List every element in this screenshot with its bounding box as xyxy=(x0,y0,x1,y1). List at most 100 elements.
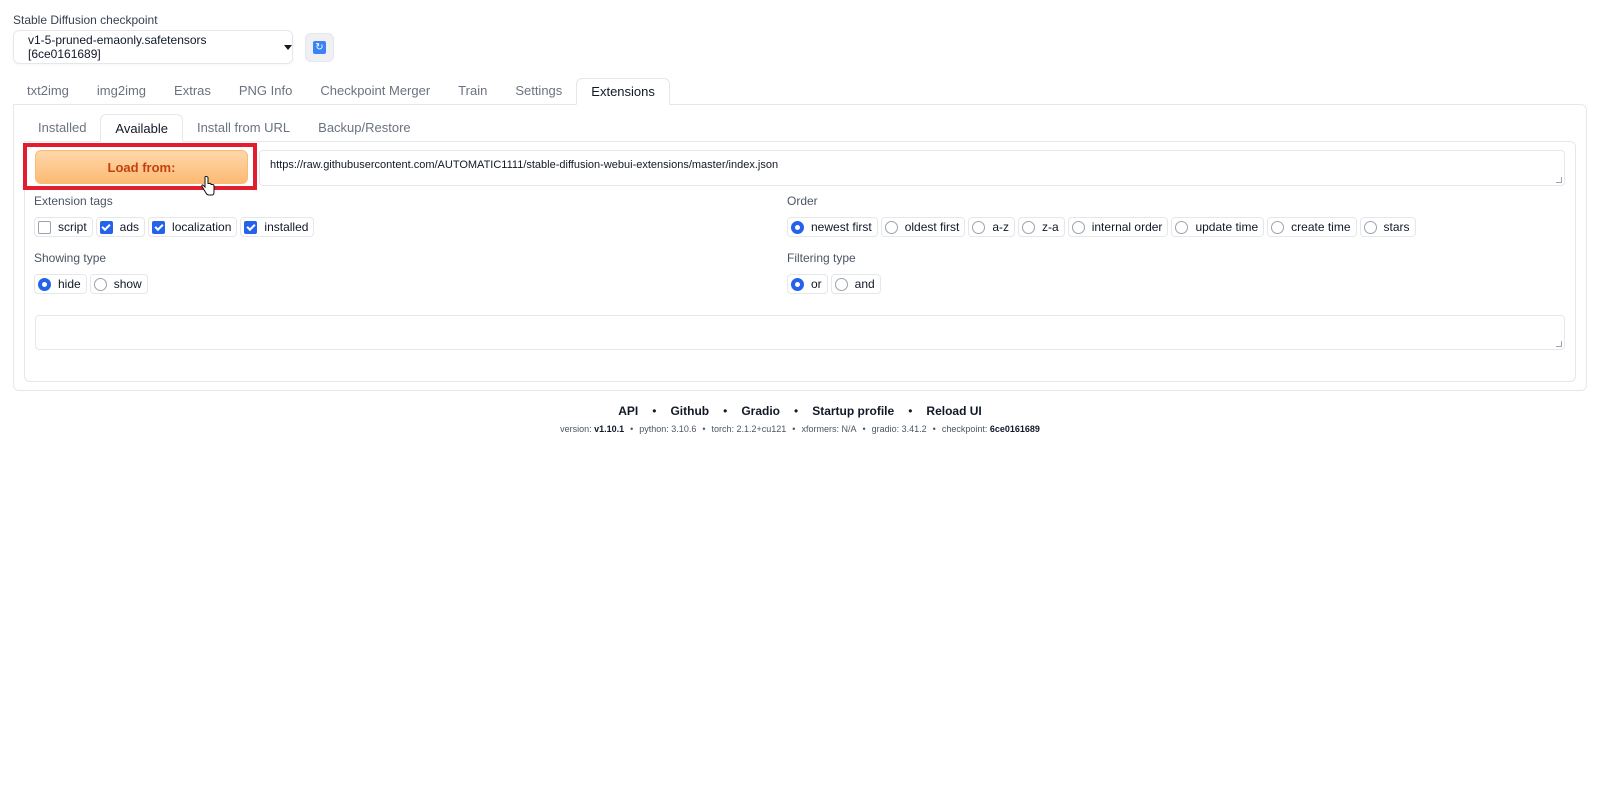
resize-handle-icon[interactable] xyxy=(1556,341,1562,347)
order-radio-z-a[interactable]: z-a xyxy=(1018,217,1065,237)
radio-selected-icon[interactable] xyxy=(791,277,804,291)
checkpoint-label: Stable Diffusion checkpoint xyxy=(13,13,158,27)
showing-type-radio-show[interactable]: show xyxy=(89,274,148,294)
checkpoint-info-label: checkpoint: xyxy=(941,424,988,434)
tab-png-info[interactable]: PNG Info xyxy=(225,78,306,104)
order-radio-newest-first[interactable]: newest first xyxy=(787,217,878,237)
checkpoint-dropdown[interactable]: v1-5-pruned-emaonly.safetensors [6ce0161… xyxy=(13,30,293,64)
order-radio-create-time[interactable]: create time xyxy=(1267,217,1357,237)
footer-separator: • xyxy=(908,404,913,418)
refresh-checkpoint-button[interactable]: ↻ xyxy=(305,33,334,62)
python-version: python: 3.10.6 xyxy=(639,424,697,434)
order-radio-stars[interactable]: stars xyxy=(1359,217,1416,237)
highlight-box xyxy=(23,143,257,190)
footer-link-startup-profile[interactable]: Startup profile xyxy=(812,404,894,418)
tag-checkbox-localization[interactable]: localization xyxy=(148,217,238,237)
tab-extensions[interactable]: Extensions xyxy=(576,78,670,105)
radio-unselected-icon[interactable] xyxy=(1271,220,1285,234)
footer-separator: • xyxy=(793,404,799,418)
radio-label: or xyxy=(811,277,822,291)
radio-label: and xyxy=(854,277,875,291)
tab-checkpoint-merger[interactable]: Checkpoint Merger xyxy=(306,78,444,104)
tab-installed[interactable]: Installed xyxy=(24,114,100,141)
resize-handle-icon[interactable] xyxy=(1556,177,1562,183)
version-label: version: xyxy=(560,424,592,434)
showing-type-group: hide show xyxy=(34,274,148,294)
radio-label: oldest first xyxy=(904,220,960,234)
radio-selected-icon[interactable] xyxy=(791,220,804,234)
checkbox-checked-icon[interactable] xyxy=(244,220,258,234)
tab-settings[interactable]: Settings xyxy=(501,78,576,104)
tag-label: localization xyxy=(172,220,232,234)
index-url-input[interactable]: https://raw.githubusercontent.com/AUTOMA… xyxy=(259,150,1565,186)
footer-separator: • xyxy=(652,404,657,418)
order-radio-a-z[interactable]: a-z xyxy=(968,217,1016,237)
order-radio-oldest-first[interactable]: oldest first xyxy=(880,217,966,237)
tab-extras[interactable]: Extras xyxy=(160,78,225,104)
order-radio-update-time[interactable]: update time xyxy=(1171,217,1265,237)
radio-unselected-icon[interactable] xyxy=(884,220,898,234)
radio-unselected-icon[interactable] xyxy=(834,277,848,291)
main-tabs: txt2img img2img Extras PNG Info Checkpoint M… xyxy=(13,78,670,105)
tab-backup-restore[interactable]: Backup/Restore xyxy=(304,114,425,141)
order-radio-internal-order[interactable]: internal order xyxy=(1067,217,1169,237)
filtering-type-radio-or[interactable]: or xyxy=(787,274,828,294)
radio-label: create time xyxy=(1291,220,1351,234)
showing-type-radio-hide[interactable]: hide xyxy=(34,274,87,294)
chevron-down-icon xyxy=(284,44,292,50)
checkpoint-value: v1-5-pruned-emaonly.safetensors [6ce0161… xyxy=(28,33,207,61)
tab-available[interactable]: Available xyxy=(100,114,183,142)
version-value: v1.10.1 xyxy=(594,424,625,434)
radio-label: hide xyxy=(58,277,81,291)
radio-label: stars xyxy=(1383,220,1410,234)
radio-label: internal order xyxy=(1091,220,1163,234)
radio-selected-icon[interactable] xyxy=(38,277,51,291)
extension-tags-label: Extension tags xyxy=(34,194,113,208)
radio-unselected-icon[interactable] xyxy=(972,220,986,234)
radio-label: show xyxy=(113,277,142,291)
tab-txt2img[interactable]: txt2img xyxy=(13,78,83,104)
xformers-version: xformers: N/A xyxy=(801,424,857,434)
gradio-version: gradio: 3.41.2 xyxy=(871,424,927,434)
radio-unselected-icon[interactable] xyxy=(93,277,107,291)
tab-train[interactable]: Train xyxy=(444,78,501,104)
filtering-type-label: Filtering type xyxy=(787,251,856,265)
index-url-value: https://raw.githubusercontent.com/AUTOMA… xyxy=(270,159,779,171)
tab-img2img[interactable]: img2img xyxy=(83,78,160,104)
radio-unselected-icon[interactable] xyxy=(1363,220,1377,234)
radio-label: a-z xyxy=(992,220,1010,234)
footer-link-github[interactable]: Github xyxy=(670,404,709,418)
checkpoint-hash: 6ce0161689 xyxy=(989,424,1040,434)
radio-unselected-icon[interactable] xyxy=(1071,220,1085,234)
refresh-icon: ↻ xyxy=(313,41,326,54)
filtering-type-radio-and[interactable]: and xyxy=(830,274,881,294)
radio-label: newest first xyxy=(811,220,872,234)
hand-cursor-icon xyxy=(201,176,215,196)
radio-unselected-icon[interactable] xyxy=(1175,220,1189,234)
tag-checkbox-script[interactable]: script xyxy=(34,217,93,237)
tag-label: installed xyxy=(264,220,309,234)
radio-unselected-icon[interactable] xyxy=(1022,220,1036,234)
footer-link-api[interactable]: API xyxy=(618,404,638,418)
footer-separator: • xyxy=(723,404,728,418)
radio-label: z-a xyxy=(1042,220,1059,234)
checkbox-checked-icon[interactable] xyxy=(99,220,113,234)
order-label: Order xyxy=(787,194,818,208)
search-textarea[interactable] xyxy=(35,315,1565,350)
torch-version: torch: 2.1.2+cu121 xyxy=(711,424,787,434)
tag-label: script xyxy=(58,220,87,234)
footer-link-reload-ui[interactable]: Reload UI xyxy=(926,404,981,418)
checkbox-unchecked-icon[interactable] xyxy=(38,220,51,234)
footer-link-gradio[interactable]: Gradio xyxy=(741,404,780,418)
checkbox-checked-icon[interactable] xyxy=(152,220,166,234)
footer-links: API • Github • Gradio • Startup profile • Reload… xyxy=(0,404,1600,418)
filtering-type-group: or and xyxy=(787,274,881,294)
extension-tags-group: script ads localization installed xyxy=(34,217,315,237)
tab-install-from-url[interactable]: Install from URL xyxy=(183,114,304,141)
tag-checkbox-installed[interactable]: installed xyxy=(240,217,315,237)
footer-version-info: version: v1.10.1 • python: 3.10.6 • torc… xyxy=(560,424,1040,434)
tag-checkbox-ads[interactable]: ads xyxy=(95,217,146,237)
radio-label: update time xyxy=(1195,220,1259,234)
order-group: newest first oldest first a-z z-a internal o… xyxy=(787,217,1416,237)
tag-label: ads xyxy=(119,220,140,234)
